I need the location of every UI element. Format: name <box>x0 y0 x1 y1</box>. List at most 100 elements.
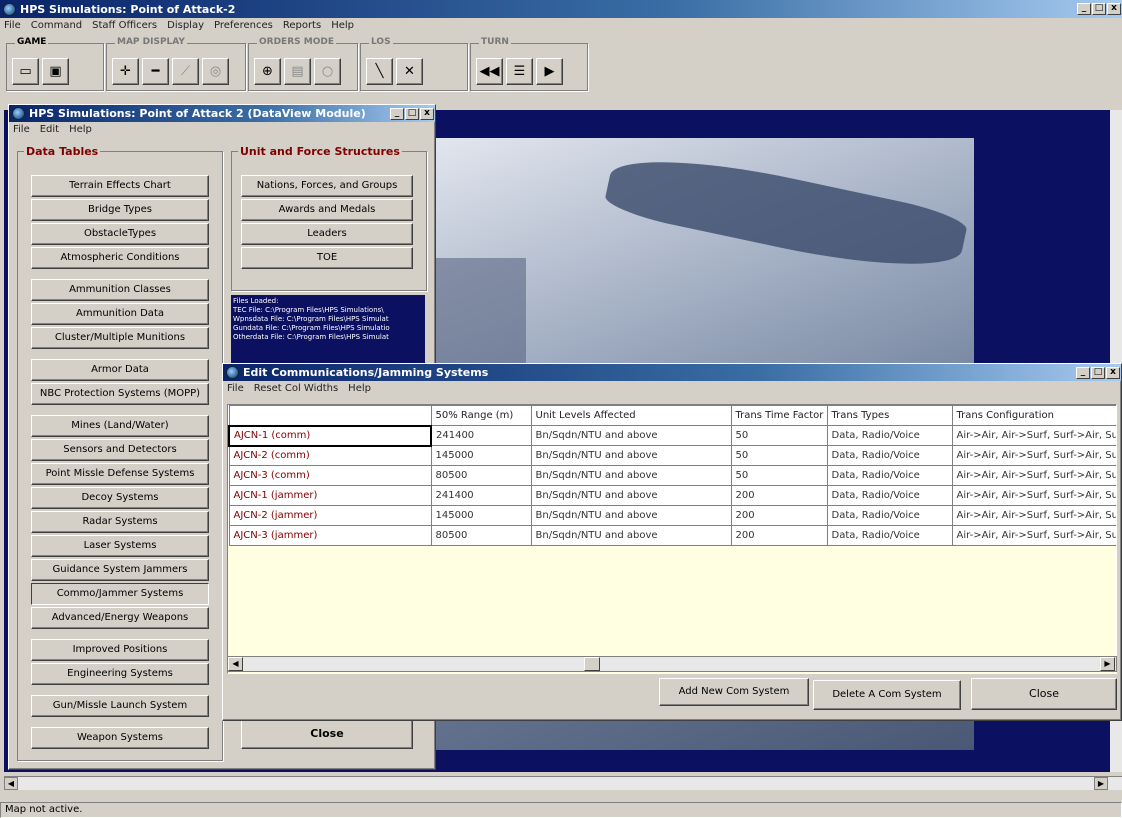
report-icon[interactable]: ☰ <box>506 58 533 85</box>
table-cell[interactable]: AJCN-1 (comm) <box>228 424 432 447</box>
table-cell[interactable]: 80500 <box>430 465 532 486</box>
scroll-right-arrow-icon[interactable]: ▶ <box>1094 777 1108 790</box>
dataview-close-button[interactable]: x <box>420 107 434 120</box>
target-icon[interactable]: ⊕ <box>254 58 281 85</box>
table-row[interactable]: AJCN-3 (jammer) 80500 Bn/Sqdn/NTU and ab… <box>228 525 1116 546</box>
btn-awards-medals[interactable]: Awards and Medals <box>241 199 413 221</box>
table-cell[interactable]: Bn/Sqdn/NTU and above <box>530 465 732 486</box>
table-cell[interactable]: 241400 <box>430 425 532 446</box>
scroll-left-arrow-icon[interactable]: ◀ <box>4 777 18 790</box>
comm-menu-file[interactable]: File <box>227 383 244 394</box>
table-cell[interactable]: AJCN-2 (jammer) <box>228 505 432 526</box>
comm-hscrollbar[interactable]: ◀ ▶ <box>227 656 1117 672</box>
table-cell[interactable]: 200 <box>730 485 828 506</box>
table-cell[interactable]: AJCN-2 (comm) <box>228 445 432 466</box>
table-row[interactable]: AJCN-2 (jammer) 145000 Bn/Sqdn/NTU and a… <box>228 505 1116 526</box>
menu-help[interactable]: Help <box>331 20 354 32</box>
btn-sensors-detectors[interactable]: Sensors and Detectors <box>31 439 209 461</box>
comm-menu-reset-col-widths[interactable]: Reset Col Widths <box>254 383 338 394</box>
comm-maximize-button[interactable]: □ <box>1091 366 1105 379</box>
table-row[interactable]: AJCN-1 (jammer) 241400 Bn/Sqdn/NTU and a… <box>228 485 1116 506</box>
column-header[interactable]: 50% Range (m) <box>430 405 532 426</box>
comm-close-btn[interactable]: Close <box>971 678 1117 710</box>
btn-obstacle-types[interactable]: ObstacleTypes <box>31 223 209 245</box>
save-icon[interactable]: ▣ <box>42 58 69 85</box>
table-cell[interactable]: Air->Air, Air->Surf, Surf->Air, Surf-> <box>951 485 1116 506</box>
menu-staff-officers[interactable]: Staff Officers <box>92 20 157 32</box>
btn-ammunition-data[interactable]: Ammunition Data <box>31 303 209 325</box>
zoom-in-icon[interactable]: ✛ <box>112 58 139 85</box>
add-com-system-button[interactable]: Add New Com System <box>659 678 809 706</box>
menu-reports[interactable]: Reports <box>283 20 321 32</box>
los-line-icon[interactable]: ╲ <box>366 58 393 85</box>
close-window-button[interactable]: x <box>1107 3 1121 15</box>
table-cell[interactable]: AJCN-3 (comm) <box>228 465 432 486</box>
comm-close-button[interactable]: x <box>1106 366 1120 379</box>
btn-gun-missle-launch[interactable]: Gun/Missle Launch System <box>31 695 209 717</box>
table-cell[interactable]: Data, Radio/Voice <box>826 425 953 446</box>
table-row[interactable]: AJCN-3 (comm) 80500 Bn/Sqdn/NTU and abov… <box>228 465 1116 486</box>
column-header[interactable]: Trans Configuration <box>951 405 1116 426</box>
table-cell[interactable]: Air->Air, Air->Surf, Surf->Air, Surf-> <box>951 465 1116 486</box>
table-cell[interactable]: Air->Air, Air->Surf, Surf->Air, Surf-> <box>951 445 1116 466</box>
menu-command[interactable]: Command <box>31 20 82 32</box>
btn-laser-systems[interactable]: Laser Systems <box>31 535 209 557</box>
btn-armor-data[interactable]: Armor Data <box>31 359 209 381</box>
table-cell[interactable]: Bn/Sqdn/NTU and above <box>530 505 732 526</box>
comm-minimize-button[interactable]: _ <box>1076 366 1090 379</box>
table-cell[interactable]: Data, Radio/Voice <box>826 505 953 526</box>
table-cell[interactable]: 50 <box>730 425 828 446</box>
btn-leaders[interactable]: Leaders <box>241 223 413 245</box>
table-cell[interactable]: Bn/Sqdn/NTU and above <box>530 445 732 466</box>
table-cell[interactable]: 50 <box>730 445 828 466</box>
globe-icon[interactable]: ◎ <box>202 58 229 85</box>
btn-decoy-systems[interactable]: Decoy Systems <box>31 487 209 509</box>
btn-atmospheric-conditions[interactable]: Atmospheric Conditions <box>31 247 209 269</box>
window-icon[interactable]: ▭ <box>12 58 39 85</box>
btn-toe[interactable]: TOE <box>241 247 413 269</box>
table-cell[interactable]: 50 <box>730 465 828 486</box>
table-cell[interactable]: Data, Radio/Voice <box>826 445 953 466</box>
table-cell[interactable]: Air->Air, Air->Surf, Surf->Air, Surf-> <box>951 505 1116 526</box>
dataview-maximize-button[interactable]: □ <box>405 107 419 120</box>
map-icon[interactable]: ▤ <box>284 58 311 85</box>
btn-weapon-systems[interactable]: Weapon Systems <box>31 727 209 749</box>
btn-commo-jammer[interactable]: Commo/Jammer Systems <box>31 583 209 605</box>
btn-point-missle-defense[interactable]: Point Missle Defense Systems <box>31 463 209 485</box>
btn-nbc-protection[interactable]: NBC Protection Systems (MOPP) <box>31 383 209 405</box>
column-header[interactable] <box>228 405 432 426</box>
dv-menu-file[interactable]: File <box>13 124 30 135</box>
minimize-button[interactable]: _ <box>1077 3 1091 15</box>
los-clear-icon[interactable]: ✕ <box>396 58 423 85</box>
play-icon[interactable]: ▶ <box>536 58 563 85</box>
table-cell[interactable]: 200 <box>730 525 828 546</box>
btn-mines[interactable]: Mines (Land/Water) <box>31 415 209 437</box>
column-header[interactable]: Unit Levels Affected <box>530 405 732 426</box>
btn-cluster-munitions[interactable]: Cluster/Multiple Munitions <box>31 327 209 349</box>
btn-guidance-jammers[interactable]: Guidance System Jammers <box>31 559 209 581</box>
comm-scroll-right-icon[interactable]: ▶ <box>1100 657 1115 671</box>
table-cell[interactable]: Data, Radio/Voice <box>826 485 953 506</box>
btn-radar-systems[interactable]: Radar Systems <box>31 511 209 533</box>
dataview-minimize-button[interactable]: _ <box>390 107 404 120</box>
map-hscrollbar[interactable]: ◀ ▶ <box>4 776 1122 790</box>
maximize-button[interactable]: □ <box>1092 3 1106 15</box>
table-cell[interactable]: 145000 <box>430 505 532 526</box>
table-row[interactable]: AJCN-1 (comm) 241400 Bn/Sqdn/NTU and abo… <box>228 424 1116 447</box>
table-cell[interactable]: Bn/Sqdn/NTU and above <box>530 485 732 506</box>
table-cell[interactable]: Bn/Sqdn/NTU and above <box>530 425 732 446</box>
column-header[interactable]: Trans Types <box>826 405 953 426</box>
menu-file[interactable]: File <box>4 20 21 32</box>
comm-scroll-left-icon[interactable]: ◀ <box>228 657 243 671</box>
table-row[interactable]: AJCN-2 (comm) 145000 Bn/Sqdn/NTU and abo… <box>228 445 1116 466</box>
delete-com-system-button[interactable]: Delete A Com System <box>813 680 961 710</box>
comm-menu-help[interactable]: Help <box>348 383 371 394</box>
table-cell[interactable]: Data, Radio/Voice <box>826 465 953 486</box>
table-cell[interactable]: Data, Radio/Voice <box>826 525 953 546</box>
zoom-out-icon[interactable]: ━ <box>142 58 169 85</box>
comm-scroll-thumb[interactable] <box>584 657 600 671</box>
btn-advanced-energy[interactable]: Advanced/Energy Weapons <box>31 607 209 629</box>
dv-menu-edit[interactable]: Edit <box>40 124 59 135</box>
table-cell[interactable]: AJCN-1 (jammer) <box>228 485 432 506</box>
btn-nations-forces[interactable]: Nations, Forces, and Groups <box>241 175 413 197</box>
